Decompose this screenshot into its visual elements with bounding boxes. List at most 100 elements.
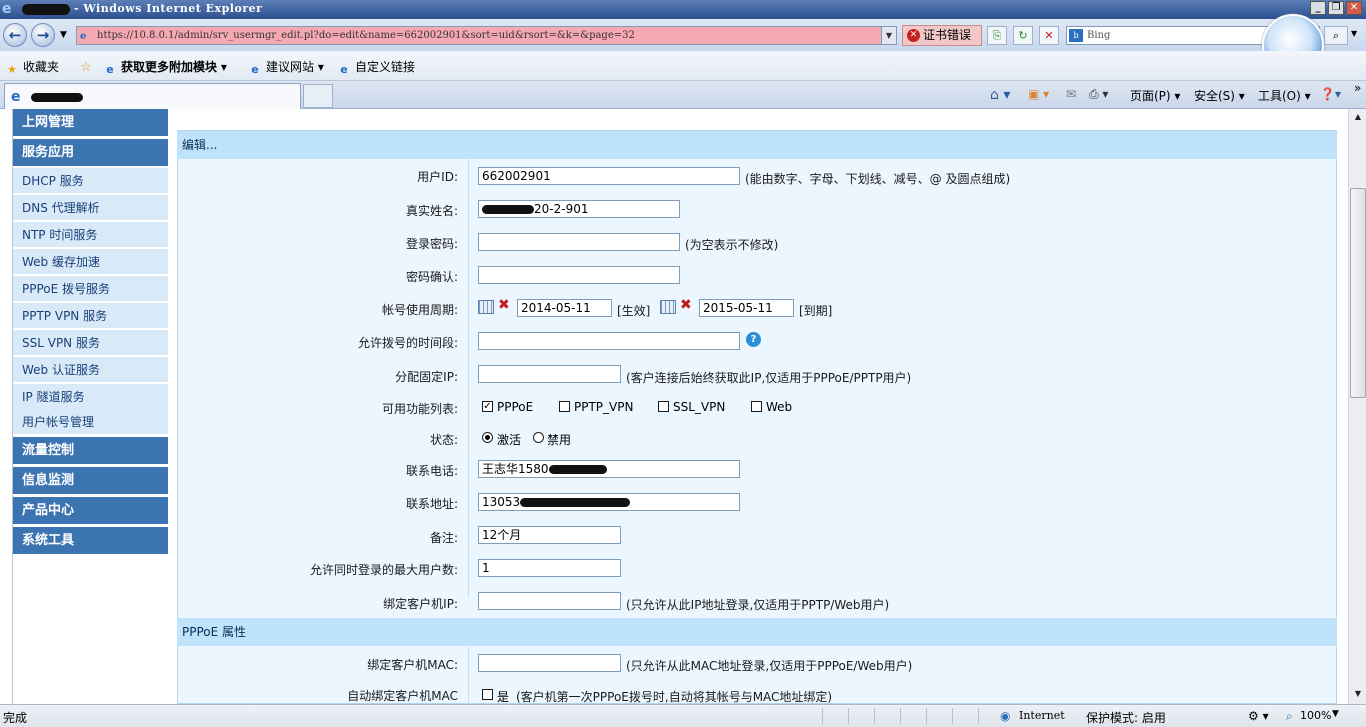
- fixed-ip-input[interactable]: [478, 365, 621, 383]
- vertical-scrollbar[interactable]: ▲ ▼: [1348, 109, 1366, 704]
- sidebar-item-pptp[interactable]: PPTP VPN 服务: [13, 303, 168, 329]
- fav-item-addons[interactable]: e 获取更多附加模块 ▾: [103, 58, 227, 77]
- user-id-input[interactable]: 662002901: [478, 167, 740, 185]
- hint-bind-ip: (只允许从此IP地址登录,仅适用于PPTP/Web用户): [626, 598, 890, 612]
- radio-disabled[interactable]: [533, 432, 544, 443]
- section-pppoe-header: PPPoE 属性: [177, 618, 1337, 646]
- forward-button[interactable]: →: [31, 23, 55, 47]
- new-tab-button[interactable]: [303, 84, 333, 108]
- clear-start-icon[interactable]: ✖: [498, 297, 510, 313]
- favorites-button[interactable]: ★ 收藏夹: [5, 58, 59, 77]
- real-name-input[interactable]: 20-2-901: [478, 200, 680, 218]
- sidebar-item-dhcp[interactable]: DHCP 服务: [13, 168, 168, 194]
- scroll-thumb[interactable]: [1350, 188, 1366, 398]
- history-dropdown-icon[interactable]: ▼: [60, 30, 67, 40]
- checkbox-pppoe[interactable]: ✓: [482, 401, 493, 412]
- calendar-icon-end[interactable]: [660, 300, 676, 314]
- sidebar-group-traffic[interactable]: 流量控制: [13, 437, 168, 465]
- safety-menu-label: 安全(S): [1194, 89, 1235, 103]
- start-date-input[interactable]: 2014-05-11: [517, 299, 612, 317]
- label-phone: 联系电话:: [405, 464, 458, 478]
- redacted-tab-title: [31, 93, 83, 102]
- address-bar[interactable]: e https://10.8.0.1/admin/srv_usermgr_edi…: [76, 26, 897, 45]
- back-button[interactable]: ←: [3, 23, 27, 47]
- password-input[interactable]: [478, 233, 680, 251]
- sidebar-item-user-accounts[interactable]: 用户帐号管理: [13, 409, 168, 435]
- scroll-up-icon[interactable]: ▲: [1350, 109, 1366, 125]
- close-window-button[interactable]: ✕: [1346, 1, 1362, 15]
- tab-current[interactable]: e: [4, 83, 301, 109]
- sidebar-item-pppoe[interactable]: PPPoE 拨号服务: [13, 276, 168, 302]
- tools-menu[interactable]: 工具(O) ▾: [1258, 87, 1311, 104]
- restore-button[interactable]: ❐: [1328, 1, 1344, 15]
- globe-icon: ◉: [1000, 709, 1011, 723]
- column-divider-lower: [468, 647, 469, 707]
- mail-icon[interactable]: ✉: [1066, 87, 1076, 101]
- option-pppoe: PPPoE: [497, 400, 534, 414]
- clear-end-icon[interactable]: ✖: [680, 297, 692, 313]
- page-menu[interactable]: 页面(P) ▾: [1130, 87, 1180, 104]
- sidebar-group-services[interactable]: 服务应用: [13, 139, 168, 167]
- sidebar-item-ip-tunnel[interactable]: IP 隧道服务: [13, 384, 168, 410]
- compat-view-icon[interactable]: ⎘: [987, 26, 1007, 45]
- bind-ip-input[interactable]: [478, 592, 621, 610]
- feeds-icon[interactable]: ▣ ▾: [1028, 87, 1049, 101]
- label-auto-bind-mac: 自动绑定客户机MAC: [347, 689, 458, 703]
- sidebar-item-ssl-vpn[interactable]: SSL VPN 服务: [13, 330, 168, 356]
- calendar-icon-start[interactable]: [478, 300, 494, 314]
- radio-active[interactable]: [482, 432, 493, 443]
- sidebar-item-web-cache[interactable]: Web 缓存加速: [13, 249, 168, 275]
- sidebar-item-ntp[interactable]: NTP 时间服务: [13, 222, 168, 248]
- scroll-down-icon[interactable]: ▼: [1350, 686, 1366, 702]
- phone-input[interactable]: 王志华1580: [478, 460, 740, 478]
- fav-label-suggested: 建议网站: [266, 60, 315, 74]
- security-icon[interactable]: ⚙ ▾: [1248, 709, 1269, 723]
- chevron-more-icon[interactable]: »: [1354, 81, 1361, 95]
- end-date-tag: [到期]: [799, 304, 833, 318]
- phone-value: 王志华1580: [482, 462, 549, 476]
- help-menu-icon[interactable]: ❓▾: [1320, 87, 1341, 101]
- sidebar-item-dns[interactable]: DNS 代理解析: [13, 195, 168, 221]
- fav-item-suggested[interactable]: e 建议网站 ▾: [248, 58, 324, 77]
- home-icon[interactable]: ⌂ ▾: [990, 87, 1010, 103]
- stop-icon[interactable]: ✕: [1039, 26, 1059, 45]
- note-input[interactable]: 12个月: [478, 526, 621, 544]
- password-confirm-input[interactable]: [478, 266, 680, 284]
- hint-fixed-ip: (客户连接后始终获取此IP,仅适用于PPPoE/PPTP用户): [626, 371, 912, 385]
- end-date-input[interactable]: 2015-05-11: [699, 299, 794, 317]
- cert-error-button[interactable]: ✕ 证书错误: [902, 25, 982, 46]
- search-options-icon[interactable]: ▼: [1351, 29, 1357, 38]
- search-button[interactable]: ⌕: [1324, 26, 1348, 45]
- address-input[interactable]: 13053: [478, 493, 740, 511]
- safety-menu[interactable]: 安全(S) ▾: [1194, 87, 1245, 104]
- refresh-icon[interactable]: ↻: [1013, 26, 1033, 45]
- sidebar-group-tools[interactable]: 系统工具: [13, 527, 168, 555]
- max-users-input[interactable]: 1: [478, 559, 621, 577]
- add-favorite-icon[interactable]: ☆: [79, 58, 97, 75]
- sidebar-item-web-auth[interactable]: Web 认证服务: [13, 357, 168, 383]
- zoom-dropdown-icon[interactable]: ▼: [1332, 709, 1339, 719]
- minimize-button[interactable]: _: [1310, 1, 1326, 15]
- help-icon[interactable]: ?: [746, 332, 761, 347]
- checkbox-pptp-vpn[interactable]: [559, 401, 570, 412]
- status-text: 完成: [3, 711, 28, 725]
- window-controls: _ ❐ ✕: [1310, 1, 1362, 15]
- label-max-users: 允许同时登录的最大用户数:: [309, 563, 458, 577]
- dial-time-input[interactable]: [478, 332, 740, 350]
- sidebar-group-products[interactable]: 产品中心: [13, 497, 168, 525]
- print-icon[interactable]: ⎙ ▾: [1089, 87, 1108, 102]
- checkbox-ssl-vpn[interactable]: [658, 401, 669, 412]
- label-address: 联系地址:: [405, 497, 458, 511]
- fav-item-custom-links[interactable]: e 自定义链接: [337, 58, 415, 77]
- address-dropdown-icon[interactable]: ▼: [881, 27, 896, 44]
- hint-bind-mac: (只允许从此MAC地址登录,仅适用于PPPoE/Web用户): [626, 659, 913, 673]
- column-divider: [468, 159, 469, 597]
- bind-mac-input[interactable]: [478, 654, 621, 672]
- checkbox-auto-bind-mac[interactable]: [482, 689, 493, 700]
- sidebar-group-internet[interactable]: 上网管理: [13, 109, 168, 137]
- sidebar-group-monitor[interactable]: 信息监测: [13, 467, 168, 495]
- zoom-level[interactable]: 100%: [1300, 709, 1331, 722]
- address-value: 13053: [482, 495, 521, 509]
- checkbox-web[interactable]: [751, 401, 762, 412]
- protected-mode-text[interactable]: 保护模式: 启用: [1086, 709, 1166, 726]
